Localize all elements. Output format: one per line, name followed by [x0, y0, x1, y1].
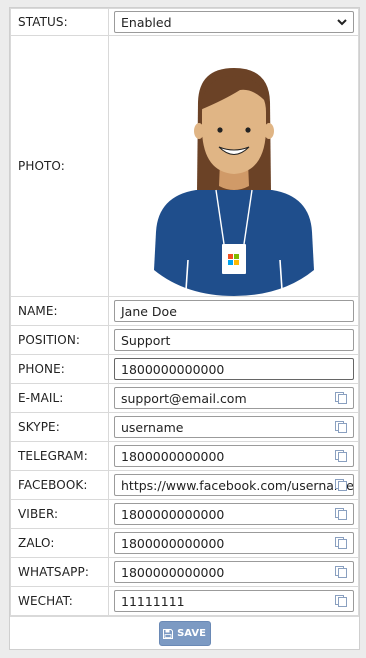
name-value: Jane Doe — [121, 303, 177, 319]
name-row: NAME: Jane Doe — [10, 296, 359, 326]
whatsapp-value: 1800000000000 — [121, 564, 225, 580]
avatar-illustration — [153, 68, 314, 296]
wechat-label: WECHAT: — [10, 586, 109, 616]
whatsapp-input[interactable]: 1800000000000 — [114, 561, 354, 583]
copy-icon[interactable] — [334, 594, 348, 608]
zalo-input[interactable]: 1800000000000 — [114, 532, 354, 554]
wechat-row: WECHAT: 11111111 — [10, 586, 359, 616]
position-row: POSITION: Support — [10, 325, 359, 355]
status-label: STATUS: — [10, 8, 109, 36]
name-label: NAME: — [10, 296, 109, 326]
skype-row: SKYPE: username — [10, 412, 359, 442]
status-row: STATUS: Enabled — [10, 8, 359, 36]
photo-row: PHOTO: — [10, 35, 359, 297]
photo-label: PHOTO: — [10, 35, 109, 297]
copy-icon[interactable] — [334, 478, 348, 492]
facebook-row: FACEBOOK: https://www.facebook.com/usern… — [10, 470, 359, 500]
status-value: Enabled — [121, 14, 172, 30]
contact-form-card: STATUS: Enabled PHOTO: NAME: Jane Doe PO… — [9, 7, 360, 650]
contact-form-table: STATUS: Enabled PHOTO: NAME: Jane Doe PO… — [10, 8, 359, 616]
zalo-row: ZALO: 1800000000000 — [10, 528, 359, 558]
chevron-down-icon — [337, 19, 347, 26]
phone-row: PHONE: 1800000000000 — [10, 354, 359, 384]
skype-label: SKYPE: — [10, 412, 109, 442]
facebook-input[interactable]: https://www.facebook.com/username — [114, 474, 354, 496]
zalo-label: ZALO: — [10, 528, 109, 558]
phone-label: PHONE: — [10, 354, 109, 384]
whatsapp-label: WHATSAPP: — [10, 557, 109, 587]
zalo-value: 1800000000000 — [121, 535, 225, 551]
viber-row: VIBER: 1800000000000 — [10, 499, 359, 529]
status-select[interactable]: Enabled — [114, 11, 354, 33]
floppy-disk-icon — [163, 628, 174, 639]
name-input[interactable]: Jane Doe — [114, 300, 354, 322]
telegram-row: TELEGRAM: 1800000000000 — [10, 441, 359, 471]
email-row: E-MAIL: support@email.com — [10, 383, 359, 413]
save-button[interactable]: SAVE — [158, 621, 211, 646]
avatar-photo[interactable] — [109, 36, 358, 296]
whatsapp-row: WHATSAPP: 1800000000000 — [10, 557, 359, 587]
copy-icon[interactable] — [334, 507, 348, 521]
position-input[interactable]: Support — [114, 329, 354, 351]
facebook-value: https://www.facebook.com/username — [121, 477, 353, 493]
copy-icon[interactable] — [334, 565, 348, 579]
facebook-label: FACEBOOK: — [10, 470, 109, 500]
skype-input[interactable]: username — [114, 416, 354, 438]
viber-label: VIBER: — [10, 499, 109, 529]
viber-input[interactable]: 1800000000000 — [114, 503, 354, 525]
save-label: SAVE — [177, 628, 206, 639]
wechat-input[interactable]: 11111111 — [114, 590, 354, 612]
position-label: POSITION: — [10, 325, 109, 355]
telegram-label: TELEGRAM: — [10, 441, 109, 471]
telegram-value: 1800000000000 — [121, 448, 225, 464]
form-footer: SAVE — [10, 616, 359, 650]
copy-icon[interactable] — [334, 420, 348, 434]
viber-value: 1800000000000 — [121, 506, 225, 522]
email-label: E-MAIL: — [10, 383, 109, 413]
email-input[interactable]: support@email.com — [114, 387, 354, 409]
copy-icon[interactable] — [334, 536, 348, 550]
copy-icon[interactable] — [334, 449, 348, 463]
copy-icon[interactable] — [334, 391, 348, 405]
email-value: support@email.com — [121, 390, 247, 406]
skype-value: username — [121, 419, 184, 435]
phone-value: 1800000000000 — [121, 361, 225, 377]
position-value: Support — [121, 332, 171, 348]
phone-input[interactable]: 1800000000000 — [114, 358, 354, 380]
wechat-value: 11111111 — [121, 593, 185, 609]
telegram-input[interactable]: 1800000000000 — [114, 445, 354, 467]
